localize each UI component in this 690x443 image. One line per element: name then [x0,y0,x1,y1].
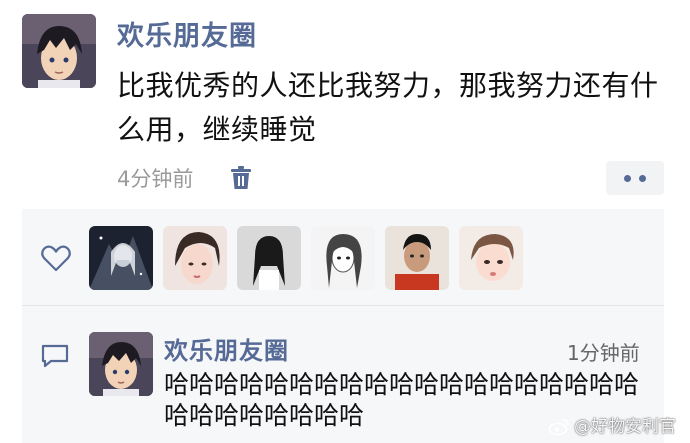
liker-avatar[interactable] [385,226,449,290]
panel-divider [22,305,664,306]
liker-avatar[interactable] [163,226,227,290]
more-dots-icon [624,175,631,182]
liker-avatar[interactable] [311,226,375,290]
poster-name[interactable]: 欢乐朋友圈 [117,14,257,53]
poster-avatar[interactable] [22,14,96,88]
liker-avatar[interactable] [459,226,523,290]
commenter-name[interactable]: 欢乐朋友圈 [164,331,289,366]
commenter-avatar[interactable] [89,332,153,396]
post-time: 4分钟前 [117,167,194,191]
post-text: 比我优秀的人还比我努力，那我努力还有什么用，继续睡觉 [117,69,659,146]
heart-icon [41,245,71,272]
liker-avatar[interactable] [237,226,301,290]
weibo-logo-icon [548,419,569,436]
watermark-text: @好物安利官 [574,417,676,437]
watermark: @好物安利官 [548,412,676,437]
more-dots-icon [639,175,646,182]
interaction-panel: 欢乐朋友圈 1分钟前 哈哈哈哈哈哈哈哈哈哈哈哈哈哈哈哈哈哈哈哈哈哈哈哈哈哈哈 [22,209,664,443]
comment-icon [41,344,69,368]
comment-time: 1分钟前 [567,341,640,365]
liker-avatar[interactable] [89,226,153,290]
more-button[interactable] [606,161,664,195]
trash-icon[interactable] [228,165,254,191]
